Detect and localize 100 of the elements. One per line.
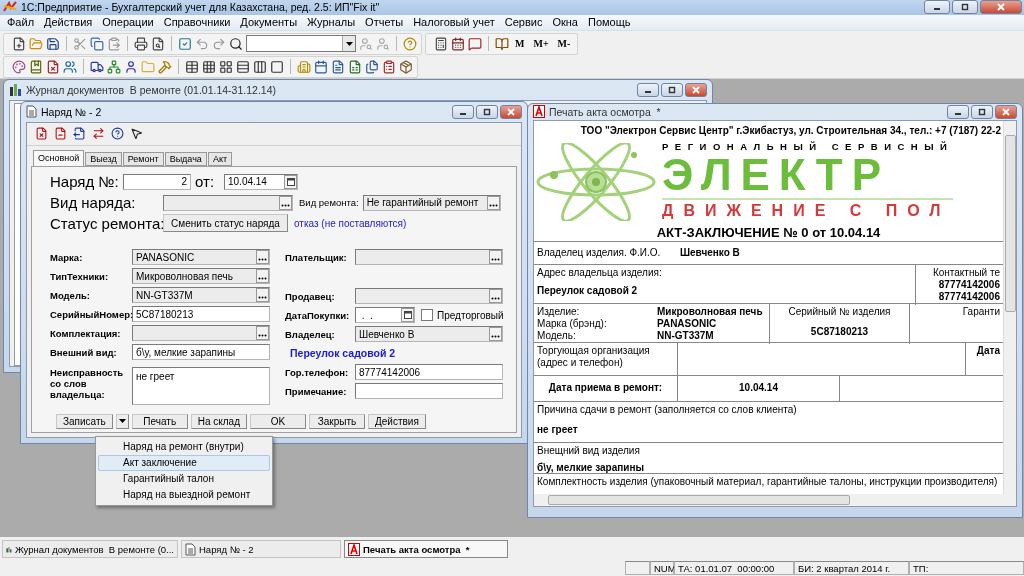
bookmark-book-icon[interactable] — [29, 59, 43, 74]
tab[interactable]: Ремонт — [122, 151, 164, 166]
help-icon[interactable] — [111, 127, 124, 141]
ellipsis-button[interactable] — [486, 195, 500, 210]
print-preview-icon[interactable] — [151, 36, 165, 51]
menu-item[interactable]: Файл — [2, 14, 40, 30]
menu-item[interactable]: Налоговый учет — [408, 14, 500, 30]
layout-grid-icon[interactable] — [219, 59, 233, 74]
select-field[interactable]: PANASONIC — [132, 249, 270, 266]
file-delete-icon[interactable] — [46, 59, 60, 74]
vertical-scrollbar[interactable] — [1003, 120, 1016, 494]
hammer-icon[interactable] — [158, 59, 172, 74]
copy-icon[interactable] — [90, 36, 104, 51]
form-button[interactable]: Печать — [131, 413, 188, 429]
menu-item[interactable]: Наряд на ремонт (внутри) — [98, 438, 270, 455]
menu-item[interactable]: Сервис — [499, 14, 548, 30]
minimize-button[interactable] — [947, 104, 969, 119]
files-icon[interactable] — [365, 59, 379, 74]
text-file-icon[interactable] — [331, 59, 345, 74]
checkbox[interactable] — [421, 309, 433, 322]
calendar-button[interactable] — [284, 174, 297, 189]
menu-item[interactable]: Наряд на выездной ремонт — [98, 486, 270, 503]
calendar-icon[interactable] — [451, 36, 465, 51]
paste-icon[interactable] — [107, 36, 121, 51]
file-delete-icon[interactable] — [35, 127, 48, 141]
menu-item[interactable]: Отчеты — [360, 14, 409, 30]
columns-icon[interactable] — [253, 59, 267, 74]
menu-item[interactable]: Документы — [235, 14, 303, 30]
menu-item[interactable]: Помощь — [582, 14, 636, 30]
table-icon[interactable] — [185, 59, 199, 74]
ellipsis-button[interactable] — [256, 288, 269, 303]
menu-item[interactable]: Акт заключение — [98, 454, 270, 471]
select-field[interactable] — [132, 325, 270, 342]
clipboard-list-icon[interactable] — [382, 59, 396, 74]
calendar-icon[interactable] — [314, 59, 328, 74]
building-icon[interactable] — [297, 59, 311, 74]
tab[interactable]: Выдача — [164, 151, 207, 166]
menu-item[interactable]: Действия — [39, 14, 98, 30]
new-file-icon[interactable] — [12, 36, 26, 51]
memory-button[interactable]: M — [512, 38, 528, 50]
menu-item[interactable]: Окна — [547, 14, 583, 30]
arrows-icon[interactable] — [92, 127, 105, 141]
checkbox-icon[interactable] — [178, 36, 192, 51]
form-button[interactable]: Закрыть — [309, 413, 365, 429]
truck-icon[interactable] — [90, 59, 104, 74]
memory-button[interactable]: M+ — [530, 38, 552, 50]
network-icon[interactable] — [107, 59, 121, 74]
ellipsis-button[interactable] — [256, 250, 269, 265]
book-icon[interactable] — [495, 36, 509, 51]
restore-button[interactable] — [971, 104, 993, 119]
close-button[interactable] — [685, 82, 707, 97]
change-status-button[interactable]: Сменить статус наряда — [163, 214, 288, 233]
menu-item[interactable]: Журналы — [302, 14, 361, 30]
form-button[interactable]: На склад — [190, 413, 247, 429]
number-field[interactable]: 2 — [123, 173, 191, 190]
text-field[interactable]: 87774142006 — [355, 364, 503, 381]
date-field[interactable]: . . — [355, 307, 415, 324]
search-icon[interactable] — [229, 36, 243, 51]
ellipsis-button[interactable] — [489, 289, 502, 304]
text-field[interactable]: 5C87180213 — [132, 306, 270, 323]
close-button[interactable] — [995, 104, 1017, 119]
select-field[interactable]: Микроволновая печь — [132, 268, 270, 285]
square-icon[interactable] — [270, 59, 284, 74]
select-field[interactable] — [355, 288, 503, 305]
undo-icon[interactable] — [195, 36, 209, 51]
cut-icon[interactable] — [73, 36, 87, 51]
select-field[interactable] — [163, 194, 293, 211]
select-field[interactable]: NN-GT337M — [132, 287, 270, 304]
grid-icon[interactable] — [202, 59, 216, 74]
text-field[interactable] — [355, 383, 503, 400]
ellipsis-button[interactable] — [256, 326, 269, 341]
text-field[interactable]: б\у, мелкие зарапины — [132, 344, 270, 361]
form-button[interactable]: Действия — [368, 413, 426, 429]
close-button[interactable] — [500, 104, 522, 119]
ellipsis-button[interactable] — [279, 195, 292, 210]
tab[interactable]: Основной — [33, 149, 85, 166]
menu-item[interactable]: Справочники — [158, 14, 236, 30]
calendar-button[interactable] — [401, 308, 414, 323]
date-field[interactable]: 10.04.14 — [224, 173, 298, 190]
search-combobox[interactable] — [246, 35, 356, 53]
print-icon[interactable] — [134, 36, 148, 51]
close-button[interactable] — [980, 0, 1022, 15]
select-field[interactable]: Не гарантийный ремонт — [362, 194, 501, 211]
window-tab[interactable]: Журнал документов В ремонте (0... — [2, 540, 178, 559]
person-icon[interactable] — [124, 59, 138, 74]
window-tab[interactable]: Наряд № - 2 — [181, 540, 341, 559]
ellipsis-button[interactable] — [489, 327, 502, 342]
memory-button[interactable]: M- — [554, 38, 574, 50]
message-icon[interactable] — [468, 36, 482, 51]
tab[interactable]: Выезд — [85, 151, 122, 166]
file-output-icon[interactable] — [73, 127, 86, 141]
users-icon[interactable] — [63, 59, 77, 74]
window-tab[interactable]: Печать акта осмотра * — [344, 540, 508, 559]
save-icon[interactable] — [46, 36, 60, 51]
select-field[interactable] — [355, 249, 503, 266]
rows-icon[interactable] — [236, 59, 250, 74]
form-button[interactable]: OK — [250, 413, 306, 429]
tab[interactable]: Акт — [207, 151, 233, 166]
minimize-button[interactable] — [924, 0, 950, 15]
minimize-button[interactable] — [637, 82, 659, 97]
